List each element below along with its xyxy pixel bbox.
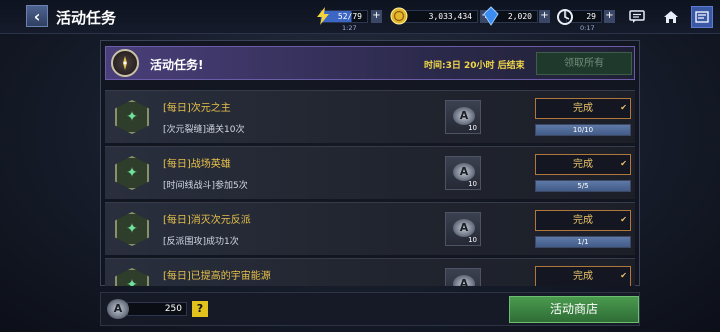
reward-item[interactable]: A 10 [445,212,481,246]
event-shop-button[interactable]: 活动商店 [509,296,639,323]
complete-button[interactable]: 完成 ✔ [535,98,631,119]
reward-count: 10 [468,236,477,244]
quest-progress-bar: 10/10 [535,124,631,136]
stamina-icon [557,9,573,25]
crystal-icon [483,6,499,26]
energy-timer: 1:27 [342,24,357,32]
menu-icon [695,11,709,23]
quest-desc: [反派围攻]成功1次 [163,237,239,247]
home-icon [664,11,678,23]
event-coin-icon: A [453,275,475,286]
event-timer: 时间:3日 20小时 后结束 [424,61,525,71]
quest-progress-bar: 1/1 [535,236,631,248]
claim-all-button[interactable]: 领取所有 [536,52,632,75]
quest-list[interactable]: ✦ [每日]次元之主 [次元裂缝]通关10次 A 10 完成 ✔ 10/10 ✦… [105,90,635,286]
gold-coin-icon [390,7,408,25]
help-button[interactable]: ? [192,301,208,317]
complete-label: 完成 [573,215,593,226]
complete-button[interactable]: 完成 ✔ [535,154,631,175]
reward-count: 10 [468,180,477,188]
gold-resource: 3,033,434 + [390,6,491,28]
reward-count: 10 [468,124,477,132]
quest-name: [每日]战场英雄 [163,159,231,170]
reward-item[interactable]: A 10 [445,268,481,286]
complete-button[interactable]: 完成 ✔ [535,210,631,231]
complete-button[interactable]: 完成 ✔ [535,266,631,286]
quest-row: ✦ [每日]次元之主 [次元裂缝]通关10次 A 10 完成 ✔ 10/10 [105,90,635,143]
page-title: 活动任务 [56,9,117,27]
quest-progress-bar: 5/5 [535,180,631,192]
quest-row: ✦ [每日]已提高的宇宙能源 A 10 完成 ✔ [105,258,635,286]
lightning-icon [317,7,329,25]
event-coin-icon: A [107,299,129,319]
energy-plus-button[interactable]: + [371,10,382,23]
complete-label: 完成 [573,103,593,114]
stamina-plus-button[interactable]: + [604,10,615,23]
menu-button[interactable] [691,6,713,28]
daily-quest-badge-icon: ✦ [115,268,149,286]
quest-panel: 活动任务! 时间:3日 20小时 后结束 领取所有 ✦ [每日]次元之主 [次元… [100,40,640,286]
daily-quest-badge-icon: ✦ [115,212,149,246]
gold-value: 3,033,434 [398,10,478,23]
reward-item[interactable]: A 10 [445,156,481,190]
quest-desc: [次元裂缝]通关10次 [163,125,245,135]
checkmark-icon: ✔ [620,215,627,224]
event-coin-balance: 250 [127,302,187,316]
back-button[interactable]: ‹ [26,5,48,27]
chevron-left-icon: ‹ [33,6,41,26]
quest-name: [每日]消灭次元反派 [163,215,251,226]
progress-text: 1/1 [577,238,589,246]
daily-quest-badge-icon: ✦ [115,100,149,134]
quest-row: ✦ [每日]战场英雄 [时间线战斗]参加5次 A 10 完成 ✔ 5/5 [105,146,635,199]
chat-icon [629,10,645,23]
panel-header: 活动任务! 时间:3日 20小时 后结束 领取所有 [105,46,635,80]
crystal-resource: 2,020 + [480,6,550,28]
home-button[interactable] [660,6,682,28]
progress-text: 5/5 [577,182,589,190]
panel-title: 活动任务! [150,58,204,72]
progress-text: 10/10 [572,126,594,134]
quest-desc: [时间线战斗]参加5次 [163,181,248,191]
stamina-resource: 29 + 0:17 [556,6,616,32]
stamina-timer: 0:17 [580,24,595,32]
checkmark-icon: ✔ [620,159,627,168]
energy-resource: 52/79 + 1:27 [314,6,384,32]
compass-emblem-icon [111,49,139,77]
checkmark-icon: ✔ [620,271,627,280]
reward-item[interactable]: A 10 [445,100,481,134]
checkmark-icon: ✔ [620,103,627,112]
crystal-plus-button[interactable]: + [539,10,550,23]
daily-quest-badge-icon: ✦ [115,156,149,190]
quest-name: [每日]次元之主 [163,103,231,114]
complete-label: 完成 [573,159,593,170]
event-coin-icon: A [453,219,475,237]
quest-row: ✦ [每日]消灭次元反派 [反派围攻]成功1次 A 10 完成 ✔ 1/1 [105,202,635,255]
complete-label: 完成 [573,271,593,282]
top-bar: ‹ 活动任务 52/79 + 1:27 3,033,434 + 2,020 + … [0,0,720,34]
chat-button[interactable] [626,6,648,28]
event-coin-icon: A [453,107,475,125]
quest-name: [每日]已提高的宇宙能源 [163,271,271,282]
event-coin-icon: A [453,163,475,181]
bottom-bar: 250 A ? 活动商店 [100,292,640,326]
